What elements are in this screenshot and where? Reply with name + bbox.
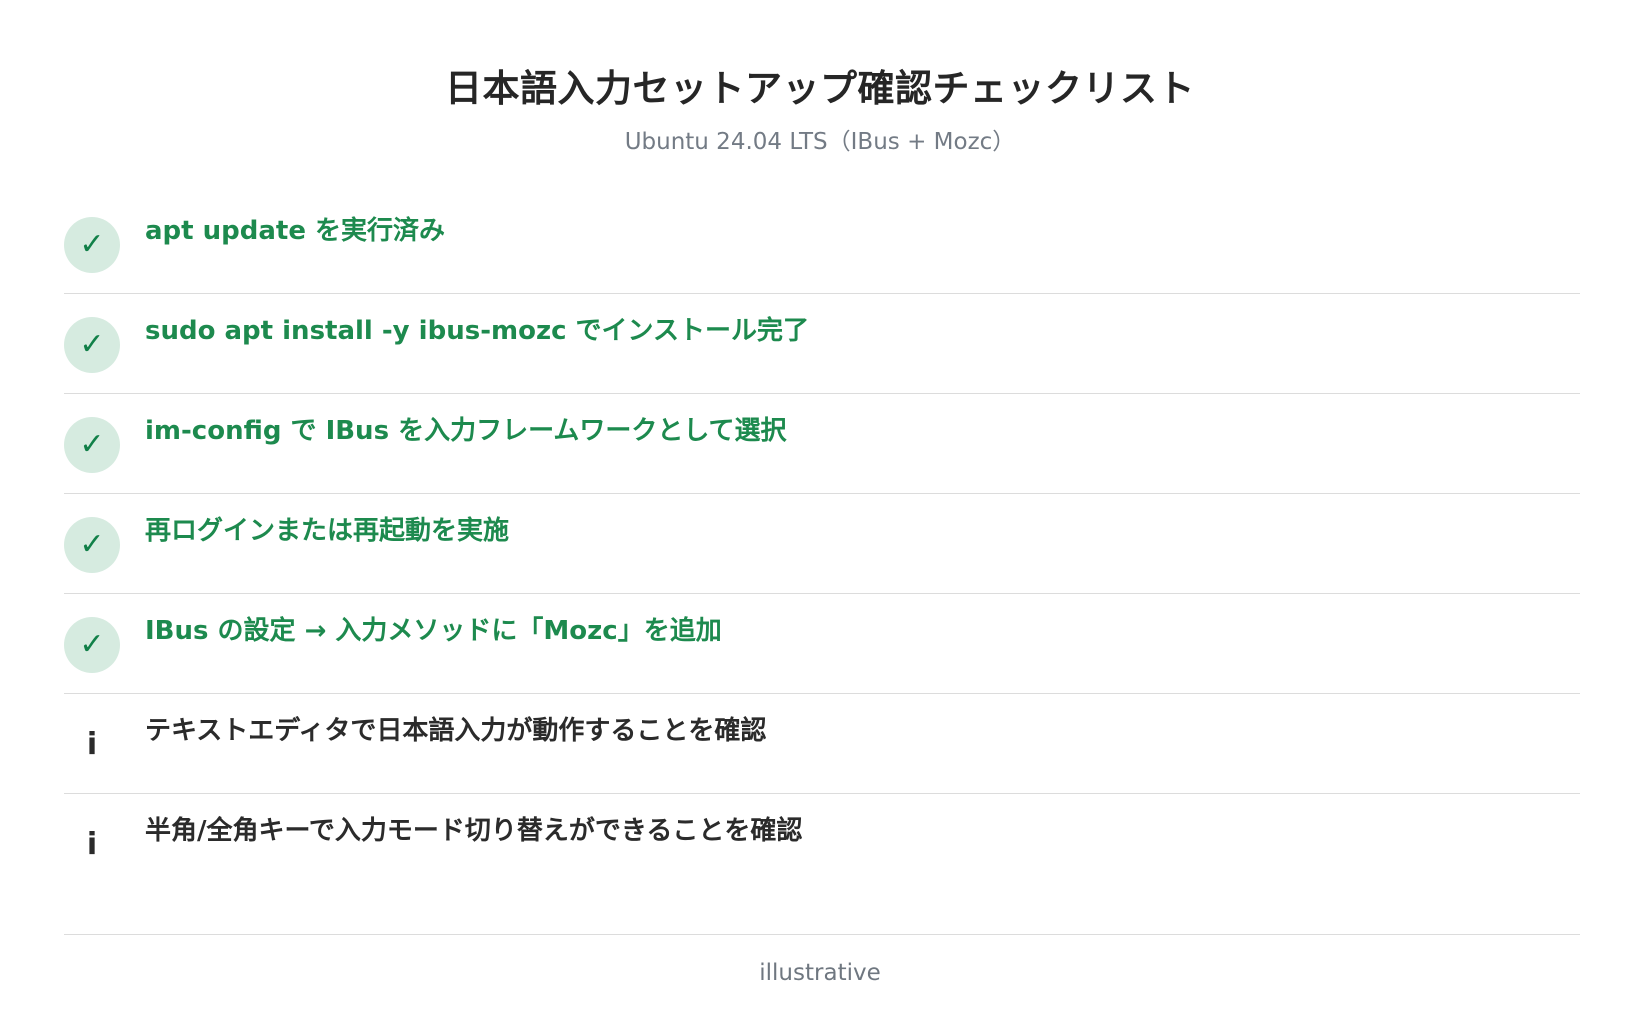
checklist-item-add-mozc: ✓ IBus の設定 → 入力メソッドに「Mozc」を追加 (64, 594, 1580, 694)
footer-note: illustrative (759, 960, 881, 986)
checklist-item-label: apt update を実行済み (145, 216, 446, 246)
checkmark-icon: ✓ (64, 217, 120, 273)
info-icon: i (86, 827, 98, 862)
checklist-item-verify-toggle: i 半角/全角キーで入力モード切り替えができることを確認 (64, 794, 1580, 935)
page-subtitle: Ubuntu 24.04 LTS（IBus + Mozc） (624, 129, 1016, 155)
checklist-item-label: im-config で IBus を入力フレームワークとして選択 (145, 416, 787, 446)
setup-checklist: ✓ apt update を実行済み ✓ sudo apt install -y… (64, 194, 1580, 935)
page-title: 日本語入力セットアップ確認チェックリスト (445, 67, 1195, 110)
checklist-item-verify-editor: i テキストエディタで日本語入力が動作することを確認 (64, 694, 1580, 794)
checklist-item-apt-update: ✓ apt update を実行済み (64, 194, 1580, 294)
info-icon: i (86, 727, 98, 762)
checkmark-icon: ✓ (64, 517, 120, 573)
checkmark-icon: ✓ (64, 317, 120, 373)
checklist-item-label: 半角/全角キーで入力モード切り替えができることを確認 (145, 816, 803, 846)
checklist-item-im-config: ✓ im-config で IBus を入力フレームワークとして選択 (64, 394, 1580, 494)
checkmark-icon: ✓ (64, 617, 120, 673)
checkmark-icon: ✓ (64, 417, 120, 473)
checklist-item-label: IBus の設定 → 入力メソッドに「Mozc」を追加 (145, 616, 722, 646)
checklist-item-label: sudo apt install -y ibus-mozc でインストール完了 (145, 316, 810, 346)
checklist-item-relogin: ✓ 再ログインまたは再起動を実施 (64, 494, 1580, 594)
checklist-item-label: 再ログインまたは再起動を実施 (145, 516, 510, 546)
checklist-page: 日本語入力セットアップ確認チェックリスト Ubuntu 24.04 LTS（IB… (0, 0, 1640, 1028)
checklist-item-install-mozc: ✓ sudo apt install -y ibus-mozc でインストール完… (64, 294, 1580, 394)
checklist-item-label: テキストエディタで日本語入力が動作することを確認 (145, 716, 767, 746)
